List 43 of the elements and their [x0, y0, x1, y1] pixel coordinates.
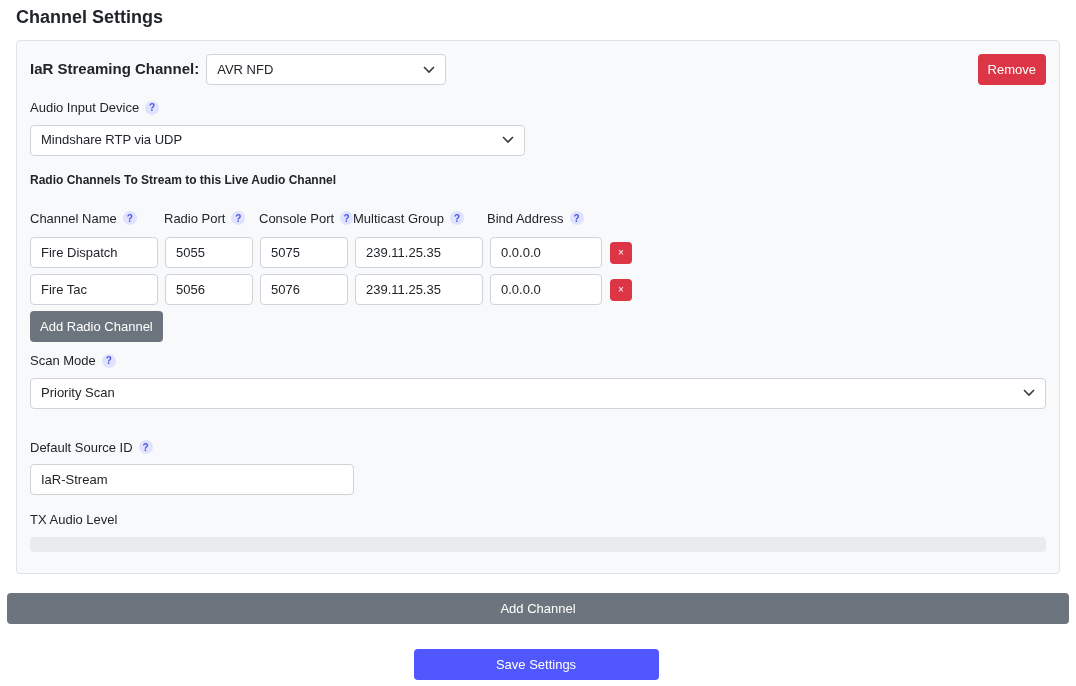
help-icon[interactable]: ?: [340, 211, 353, 226]
field-label: Scan Mode: [30, 352, 96, 370]
add-radio-channel-button[interactable]: Add Radio Channel: [30, 311, 163, 342]
remove-button[interactable]: Remove: [977, 54, 1046, 85]
help-icon[interactable]: ?: [101, 353, 116, 368]
input-field[interactable]: 5056: [165, 274, 253, 305]
field-label: Console Port: [259, 209, 335, 228]
select-field[interactable]: AVR NFD: [206, 54, 447, 85]
help-icon[interactable]: ?: [138, 440, 153, 455]
field-label: Channel Name: [30, 209, 117, 228]
input-field[interactable]: 0.0.0.0: [490, 237, 602, 268]
channel-label: IaR Streaming Channel:: [30, 59, 200, 80]
input-field[interactable]: 5075: [260, 237, 348, 268]
section-heading: Radio Channels To Stream to this Live Audio Channel: [30, 171, 338, 189]
input-field[interactable]: 5076: [260, 274, 348, 305]
remove-row-button[interactable]: ×: [610, 278, 632, 301]
help-icon[interactable]: ?: [450, 211, 465, 226]
help-icon[interactable]: ?: [231, 211, 246, 226]
field-label: Audio Input Device: [30, 99, 140, 117]
input-field[interactable]: 239.11.25.35: [355, 237, 483, 268]
field-label: Radio Port: [164, 209, 226, 228]
help-icon[interactable]: ?: [569, 211, 584, 226]
chevron-down-icon: [423, 65, 436, 74]
remove-row-button[interactable]: ×: [610, 241, 632, 264]
help-icon[interactable]: ?: [122, 211, 137, 226]
input-field[interactable]: 0.0.0.0: [490, 274, 602, 305]
input-field[interactable]: 5055: [165, 237, 253, 268]
field-label: Default Source ID: [30, 438, 133, 457]
chevron-down-icon: [1023, 389, 1035, 397]
help-icon[interactable]: ?: [145, 100, 160, 115]
input-field[interactable]: IaR-Stream: [30, 464, 354, 495]
save-settings-button[interactable]: Save Settings: [413, 649, 659, 680]
select-field[interactable]: Priority Scan: [30, 377, 1046, 409]
input-field[interactable]: Fire Tac: [30, 274, 158, 305]
field-label: Multicast Group: [353, 209, 445, 228]
page-title: Channel Settings: [15, 6, 164, 29]
select-field[interactable]: Mindshare RTP via UDP: [30, 124, 525, 156]
input-field[interactable]: 239.11.25.35: [355, 274, 483, 305]
chevron-down-icon: [502, 136, 514, 144]
field-label: TX Audio Level: [30, 511, 119, 529]
add-channel-button[interactable]: Add Channel: [7, 593, 1069, 624]
field-label: Bind Address: [487, 209, 564, 228]
input-field[interactable]: Fire Dispatch: [30, 237, 158, 268]
